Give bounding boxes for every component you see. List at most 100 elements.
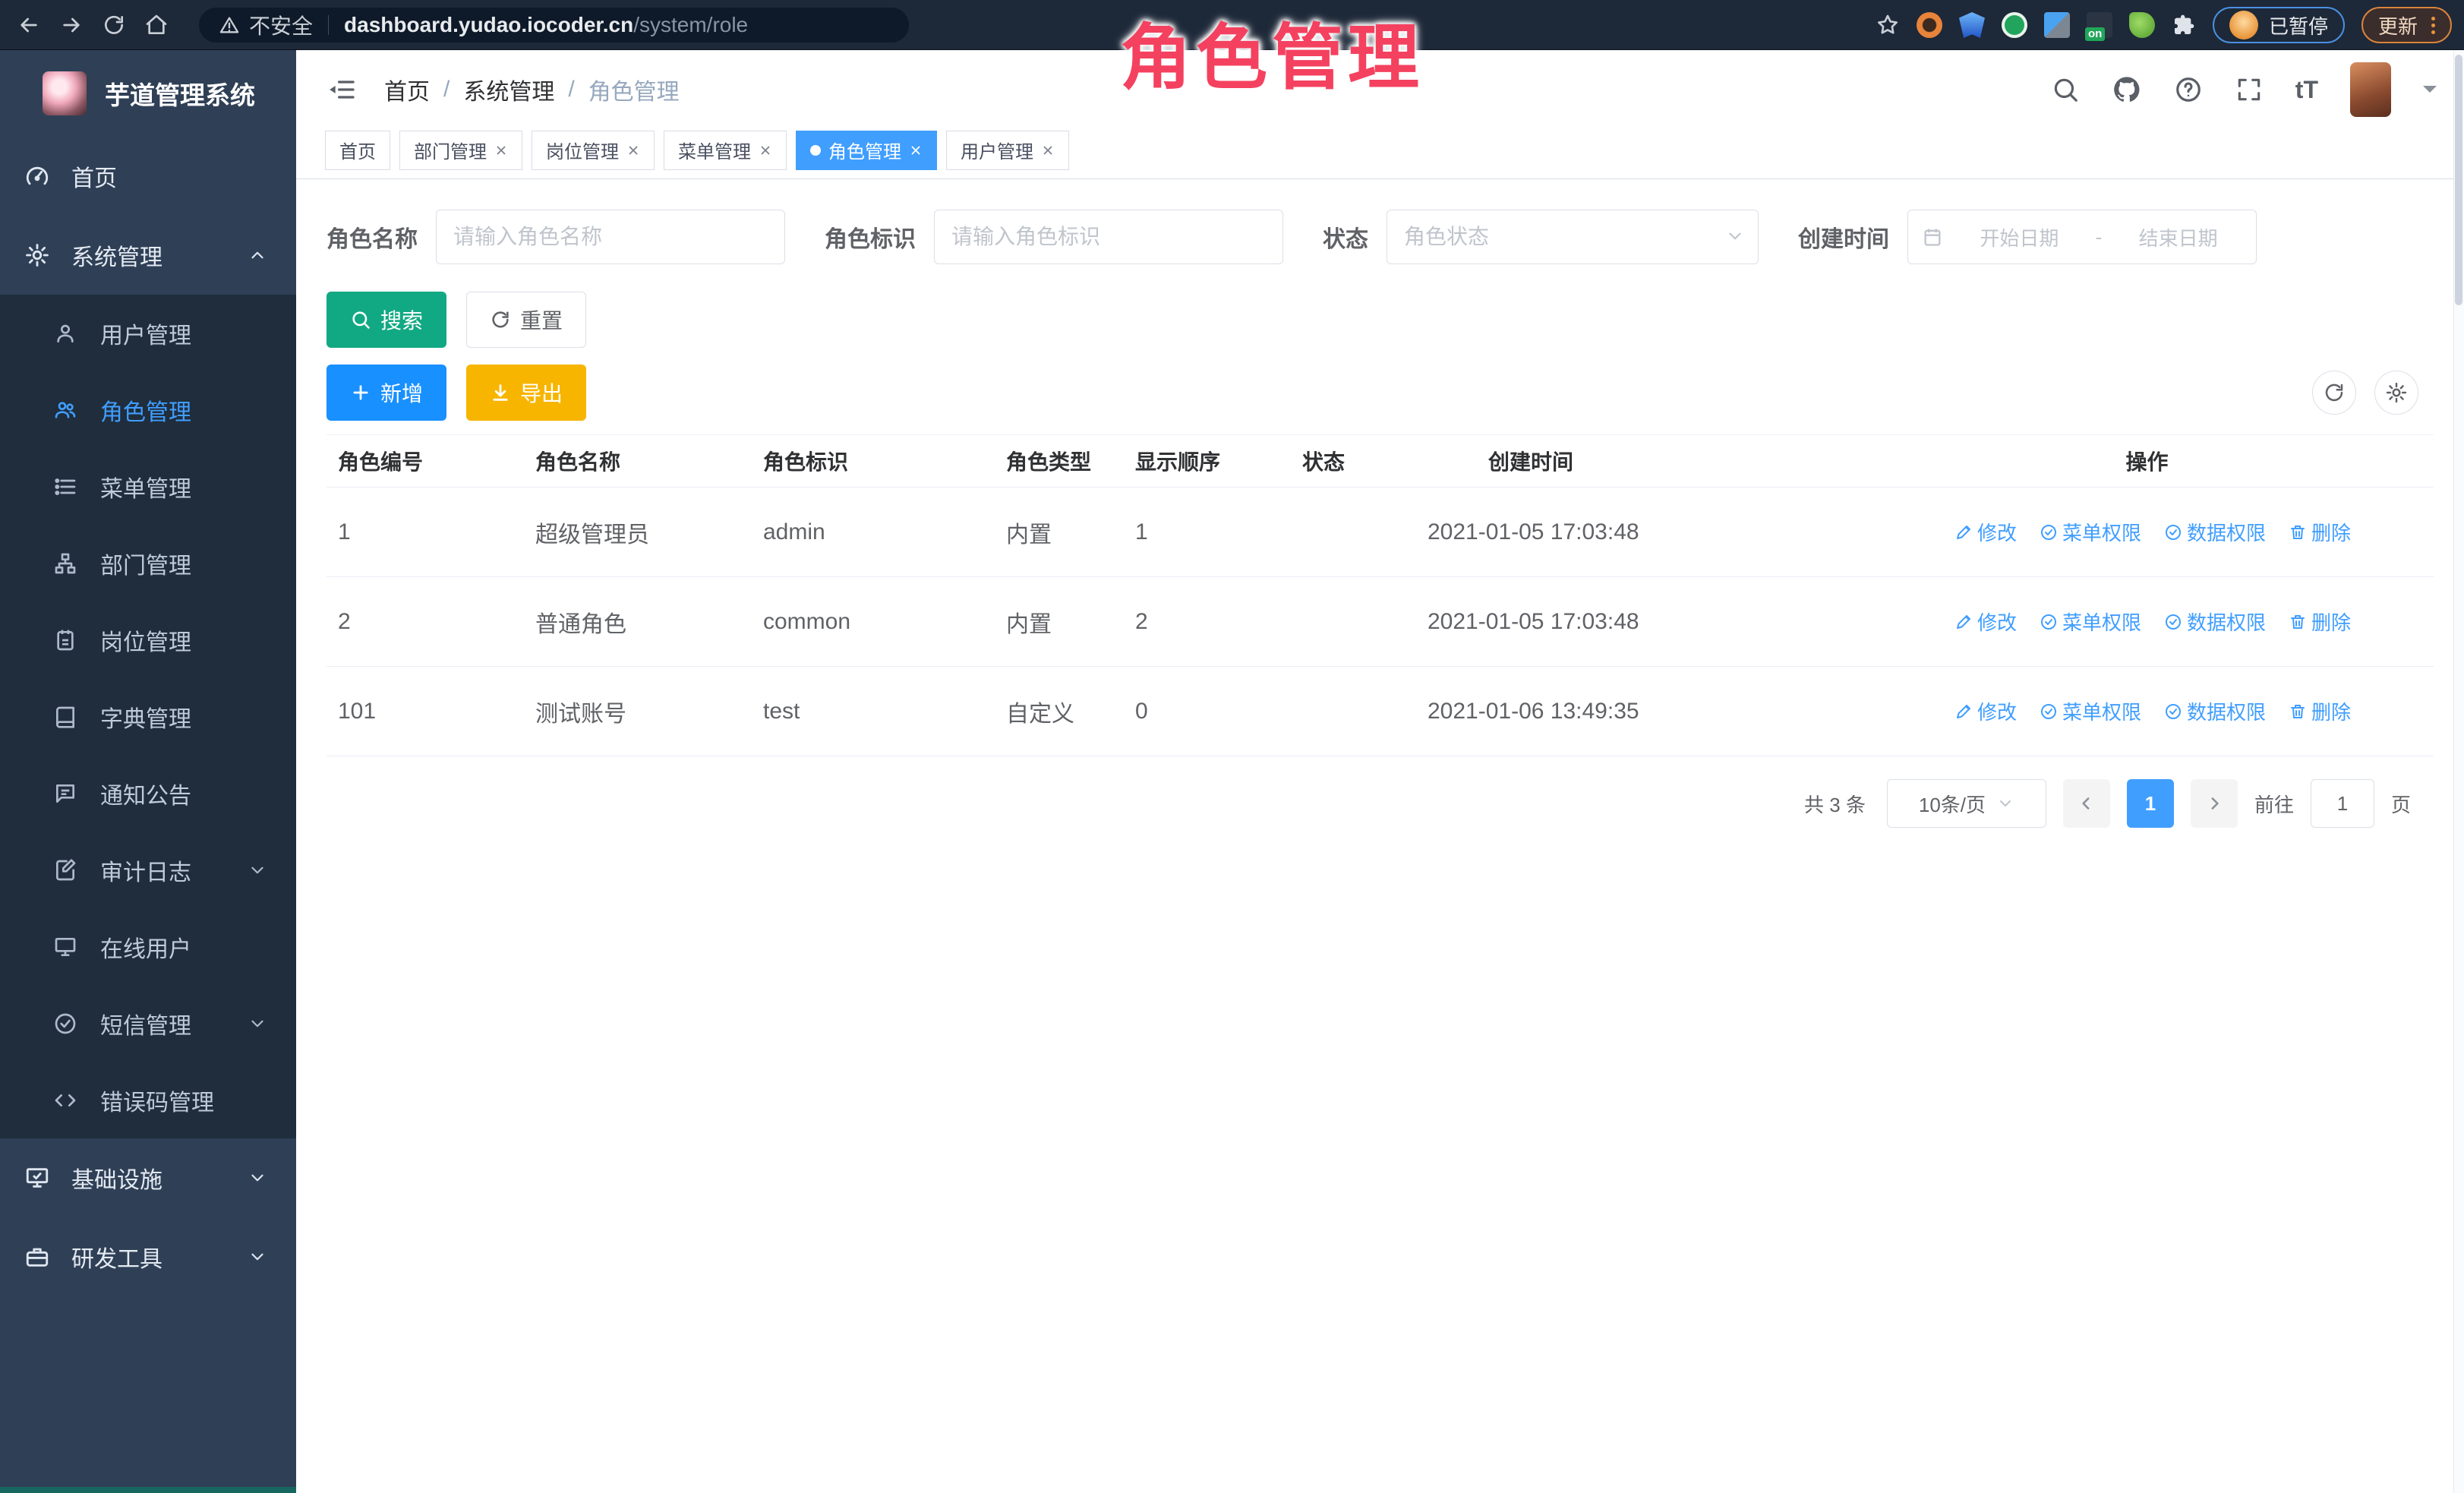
check-circle-icon <box>2040 523 2058 541</box>
extension-icon[interactable] <box>1959 12 1985 38</box>
sidebar-item-error-codes[interactable]: 错误码管理 <box>0 1062 296 1138</box>
close-icon[interactable] <box>494 144 508 157</box>
chevron-right-icon <box>2204 794 2224 813</box>
plus-icon <box>350 382 371 403</box>
active-dot <box>810 145 821 156</box>
check-circle-icon <box>2040 702 2058 721</box>
trash-icon <box>2289 613 2307 631</box>
extension-icon[interactable] <box>2129 12 2155 38</box>
cell-sort: 1 <box>1124 519 1291 545</box>
status-select-input[interactable] <box>1387 210 1759 264</box>
fullscreen-icon[interactable] <box>2235 75 2264 104</box>
app-logo-row[interactable]: 芋道管理系统 <box>0 50 296 137</box>
search-button[interactable]: 搜索 <box>327 292 446 348</box>
menu-permission-link[interactable]: 菜单权限 <box>2040 697 2141 725</box>
delete-link[interactable]: 删除 <box>2289 518 2351 546</box>
sidebar-item-infrastructure[interactable]: 基础设施 <box>0 1138 296 1217</box>
github-icon[interactable] <box>2112 74 2142 105</box>
goto-page-input[interactable] <box>2311 779 2374 828</box>
table-settings-button[interactable] <box>2374 371 2418 415</box>
edit-link[interactable]: 修改 <box>1954 697 2017 725</box>
data-permission-link[interactable]: 数据权限 <box>2164 697 2266 725</box>
back-icon <box>17 13 41 37</box>
sidebar-item-audit-log[interactable]: 审计日志 <box>0 832 296 908</box>
gear-icon <box>2385 381 2408 404</box>
edit-link[interactable]: 修改 <box>1954 608 2017 636</box>
close-icon[interactable] <box>759 144 772 157</box>
font-size-icon[interactable]: tT <box>2295 76 2318 104</box>
tab-departments[interactable]: 部门管理 <box>399 131 522 170</box>
sidebar-item-label: 用户管理 <box>100 317 191 350</box>
add-button[interactable]: 新增 <box>327 365 446 421</box>
sidebar-item-label: 研发工具 <box>71 1240 162 1274</box>
close-icon[interactable] <box>626 144 640 157</box>
table-refresh-button[interactable] <box>2312 371 2356 415</box>
next-page-button[interactable] <box>2191 779 2238 828</box>
page-size-select[interactable]: 10条/页 <box>1887 779 2046 828</box>
tab-posts[interactable]: 岗位管理 <box>532 131 655 170</box>
address-bar[interactable]: 不安全 dashboard.yudao.iocoder.cn /system/r… <box>199 8 909 43</box>
reset-button[interactable]: 重置 <box>466 292 586 348</box>
export-button[interactable]: 导出 <box>466 365 586 421</box>
browser-profile-chip[interactable]: 已暂停 <box>2213 7 2345 43</box>
help-icon[interactable] <box>2174 75 2203 104</box>
sidebar-item-sms[interactable]: 短信管理 <box>0 985 296 1062</box>
sidebar-item-home[interactable]: 首页 <box>0 137 296 216</box>
user-avatar[interactable] <box>2350 62 2391 117</box>
delete-link[interactable]: 删除 <box>2289 608 2351 636</box>
browser-update-button[interactable]: 更新 <box>2361 7 2452 43</box>
tab-menus[interactable]: 菜单管理 <box>664 131 787 170</box>
menu-permission-link[interactable]: 菜单权限 <box>2040 608 2141 636</box>
status-select[interactable] <box>1387 210 1759 264</box>
role-key-input[interactable] <box>934 210 1283 264</box>
data-permission-link[interactable]: 数据权限 <box>2164 608 2266 636</box>
chevron-down-icon[interactable] <box>2423 86 2437 99</box>
extension-icon[interactable]: on <box>2087 12 2112 38</box>
sidebar-item-users[interactable]: 用户管理 <box>0 295 296 371</box>
tab-users[interactable]: 用户管理 <box>946 131 1069 170</box>
breadcrumb-item[interactable]: 首页 <box>384 73 430 106</box>
scrollbar-thumb[interactable] <box>2455 55 2462 305</box>
extension-icon[interactable] <box>2044 12 2070 38</box>
role-name-input[interactable] <box>436 210 785 264</box>
tab-label: 菜单管理 <box>678 137 751 163</box>
date-range-picker[interactable]: 开始日期 - 结束日期 <box>1907 210 2257 264</box>
sidebar-item-menus[interactable]: 菜单管理 <box>0 448 296 525</box>
sidebar-item-label: 岗位管理 <box>100 623 191 657</box>
prev-page-button[interactable] <box>2063 779 2110 828</box>
edit-link[interactable]: 修改 <box>1954 518 2017 546</box>
browser-forward-button[interactable] <box>50 4 93 46</box>
extensions-puzzle-icon[interactable] <box>2172 13 2196 37</box>
user-icon <box>53 321 77 346</box>
sidebar-item-announcements[interactable]: 通知公告 <box>0 755 296 832</box>
menu-permission-link[interactable]: 菜单权限 <box>2040 518 2141 546</box>
extension-icon[interactable] <box>1917 12 1942 38</box>
browser-menu-icon[interactable] <box>2431 17 2435 34</box>
menu-permission-label: 菜单权限 <box>2062 697 2141 725</box>
tab-roles[interactable]: 角色管理 <box>796 131 937 170</box>
search-icon[interactable] <box>2051 75 2080 104</box>
browser-home-button[interactable] <box>135 4 178 46</box>
bookmark-star-icon[interactable] <box>1876 4 1900 46</box>
close-icon[interactable] <box>1041 144 1055 157</box>
sidebar-item-dev-tools[interactable]: 研发工具 <box>0 1217 296 1296</box>
browser-reload-button[interactable] <box>93 4 135 46</box>
browser-back-button[interactable] <box>8 4 50 46</box>
role-key-label: 角色标识 <box>825 220 916 254</box>
current-page-button[interactable]: 1 <box>2127 779 2174 828</box>
sidebar-item-online-users[interactable]: 在线用户 <box>0 908 296 985</box>
extension-icon[interactable] <box>2002 12 2027 38</box>
delete-link[interactable]: 删除 <box>2289 697 2351 725</box>
sidebar-item-roles[interactable]: 角色管理 <box>0 371 296 448</box>
sidebar-item-dictionary[interactable]: 字典管理 <box>0 678 296 755</box>
close-icon[interactable] <box>909 144 923 157</box>
sidebar-collapse-icon[interactable] <box>327 74 357 105</box>
sidebar-item-departments[interactable]: 部门管理 <box>0 525 296 601</box>
page-scrollbar[interactable] <box>2453 50 2464 1493</box>
sidebar-item-label: 通知公告 <box>100 777 191 810</box>
data-permission-link[interactable]: 数据权限 <box>2164 518 2266 546</box>
sidebar-item-posts[interactable]: 岗位管理 <box>0 601 296 678</box>
tab-home[interactable]: 首页 <box>325 131 390 170</box>
breadcrumb-item[interactable]: 系统管理 <box>463 73 554 106</box>
sidebar-item-system[interactable]: 系统管理 <box>0 216 296 295</box>
